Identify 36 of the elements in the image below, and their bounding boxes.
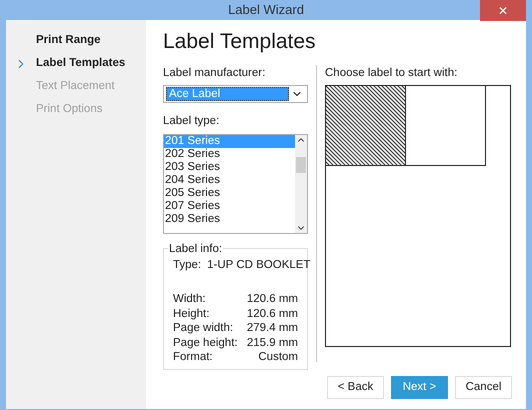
info-value: 120.6 mm — [246, 306, 298, 322]
page-heading: Label Templates — [163, 28, 317, 54]
step-item: Print Range — [36, 33, 101, 48]
info-value: Custom — [258, 350, 298, 366]
label-page-drawing[interactable] — [325, 85, 511, 348]
step-item: Label Templates — [36, 56, 126, 72]
selected-label-slot[interactable] — [325, 85, 406, 166]
label-slot[interactable] — [405, 85, 486, 166]
window-title: Label Wizard — [228, 1, 304, 19]
list-item[interactable]: 202 Series — [164, 148, 295, 160]
label-type-list[interactable]: 201 Series 202 Series 203 Series 204 Series 205 Series 207 Series 209 Series — [163, 134, 308, 234]
info-name: Width: — [173, 292, 207, 308]
info-value: 279.4 mm — [246, 321, 298, 336]
info-name: Format: — [173, 350, 214, 366]
step-item: Print Options — [36, 102, 102, 118]
scrollbar-thumb[interactable] — [296, 156, 306, 172]
info-value: 215.9 mm — [246, 336, 298, 351]
info-name: Page height: — [173, 336, 239, 351]
info-value: 1-UP CD BOOKLET — [207, 258, 310, 272]
list-item[interactable]: 204 Series — [164, 174, 295, 186]
preview-label: Choose label to start with: — [325, 66, 458, 81]
list-item[interactable]: 205 Series — [164, 186, 295, 200]
manufacturer-label: Label manufacturer: — [163, 66, 266, 81]
label-type-label: Label type: — [163, 114, 220, 130]
step-item: Text Placement — [36, 79, 115, 94]
dialog-button[interactable]: Cancel — [455, 376, 512, 400]
dialog-button[interactable]: < Back — [327, 376, 384, 400]
info-value: 120.6 mm — [246, 292, 298, 308]
list-item[interactable]: 207 Series — [164, 200, 295, 212]
info-name: Page width: — [173, 321, 234, 336]
info-name: Type: — [173, 258, 202, 272]
scrollbar[interactable] — [295, 134, 307, 232]
list-item[interactable]: 209 Series — [164, 212, 295, 226]
close-button[interactable]: ✕ — [480, 0, 526, 21]
list-item[interactable]: 203 Series — [164, 160, 295, 174]
info-name: Height: — [173, 306, 210, 322]
